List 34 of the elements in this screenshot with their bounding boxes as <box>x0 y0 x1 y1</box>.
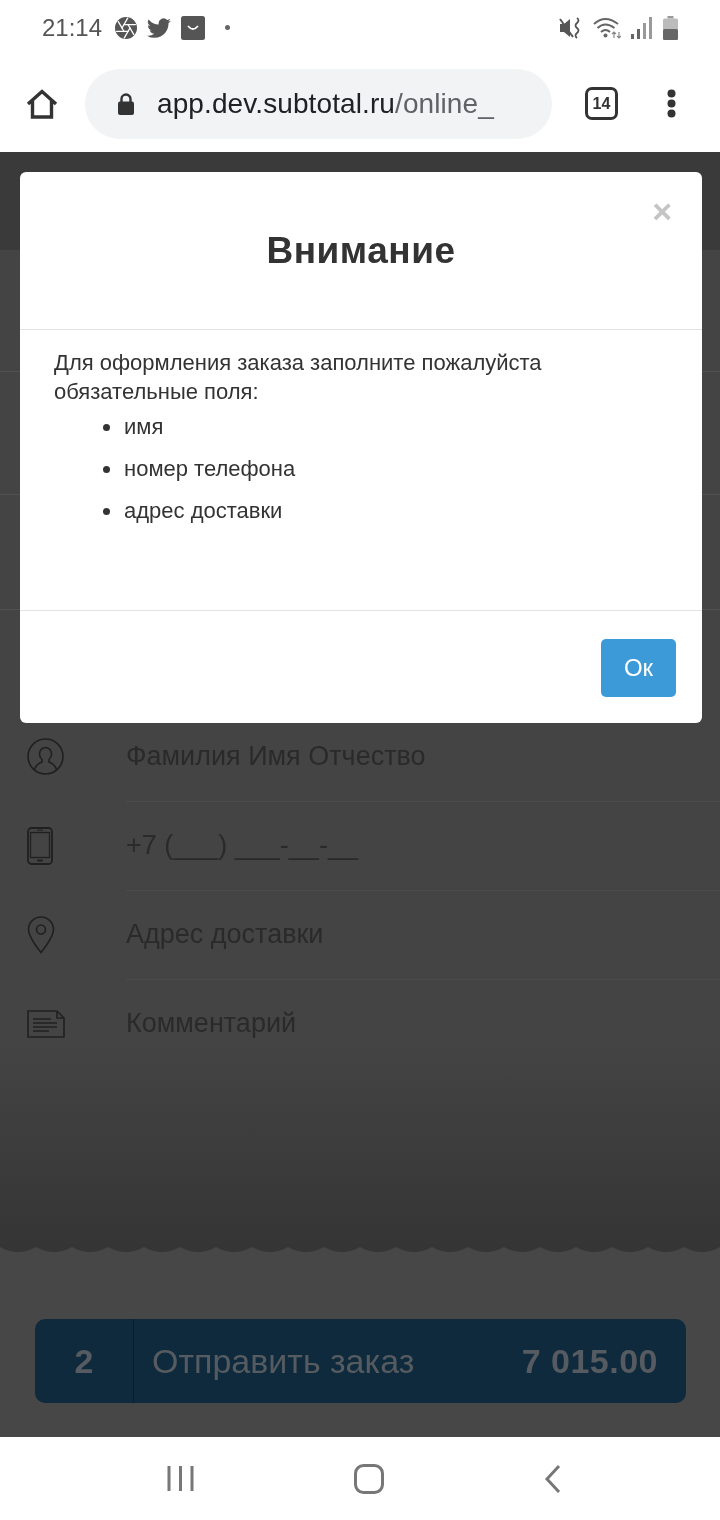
document-icon <box>27 1009 65 1038</box>
signal-icon <box>631 16 653 39</box>
bullet-icon <box>103 423 110 431</box>
notification-dot-icon <box>225 25 231 30</box>
recent-apps-icon[interactable] <box>166 1465 194 1492</box>
submit-label: Отправить заказ <box>152 1341 415 1381</box>
wifi-icon <box>593 16 621 39</box>
dialog-title: Внимание <box>266 229 456 272</box>
ok-button[interactable]: Ок <box>601 639 676 697</box>
battery-icon <box>663 15 678 40</box>
lock-icon <box>118 92 134 115</box>
required-field-item: имя <box>124 414 164 440</box>
clock-time: 21:14 <box>42 13 103 42</box>
close-button[interactable]: × <box>648 192 676 230</box>
aperture-icon <box>115 16 138 39</box>
back-icon[interactable] <box>543 1463 561 1494</box>
home-icon[interactable] <box>26 88 58 119</box>
address-bar[interactable]: app.dev.subtotal.ru/online_ <box>85 68 552 139</box>
menu-icon[interactable] <box>667 89 676 118</box>
shopping-bag-icon <box>181 15 206 40</box>
tab-switcher-button[interactable]: 14 <box>585 87 618 120</box>
phone-icon <box>27 826 53 865</box>
home-button-icon[interactable] <box>353 1463 384 1494</box>
required-field-item: адрес доставки <box>124 498 283 524</box>
bullet-icon <box>103 465 110 473</box>
item-count: 2 <box>35 1319 134 1403</box>
person-icon <box>27 738 64 775</box>
order-total: 7 015.00 <box>521 1341 658 1381</box>
required-field-item: номер телефона <box>124 456 296 482</box>
dialog-message: Для оформления заказа заполните пожалуйста обязательные поля: <box>54 349 543 406</box>
bird-icon <box>147 17 172 38</box>
submit-order-button[interactable]: 2 Отправить заказ 7 015.00 <box>35 1319 686 1403</box>
map-pin-icon <box>27 915 55 954</box>
bullet-icon <box>103 507 110 515</box>
